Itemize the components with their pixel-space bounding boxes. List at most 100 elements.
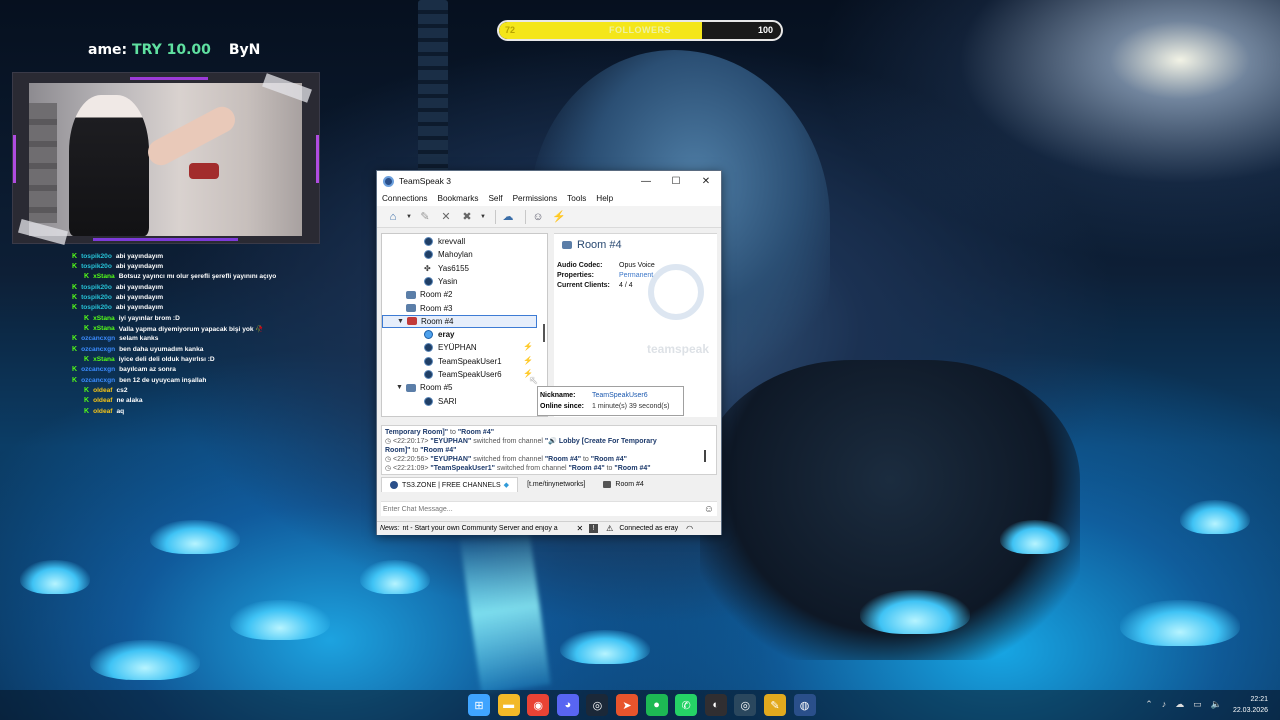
channel-icon	[562, 241, 572, 249]
tree-item[interactable]: ▼ Room #5	[382, 381, 537, 394]
connection-quality-icon[interactable]: ◠	[686, 524, 693, 533]
user-status-icon	[424, 276, 433, 286]
chat-tab[interactable]: [t.me/tinynetworks]	[518, 477, 594, 492]
user-status-icon	[424, 343, 433, 353]
chat-message-input[interactable]	[381, 505, 681, 513]
chat-message: Ktospik20o abi yayındayım	[72, 261, 322, 271]
kick-badge-icon: K	[72, 294, 78, 302]
tree-item[interactable]: ✤ Yas6155	[382, 262, 537, 275]
taskbar-apps: ⊞ ▬ ◉ ◕ ◎ ➤ ● ✆ ◐ ◎ ✎ ◍	[468, 694, 823, 716]
microphone-icon[interactable]: ♪	[1162, 699, 1167, 710]
tree-item[interactable]: Room #2	[382, 288, 537, 301]
channel-info-title: Room #4	[562, 239, 622, 251]
tree-item-label: Room #4	[421, 316, 454, 326]
chat-text: selam kanks	[119, 335, 159, 343]
clock[interactable]: 22:21 22.03.2026	[1233, 694, 1268, 716]
wallpaper-flower	[90, 640, 200, 680]
menu-tools[interactable]: Tools	[567, 194, 586, 203]
close-button[interactable]: ✕	[691, 171, 721, 191]
menu-self[interactable]: Self	[488, 194, 502, 203]
guest-icon: ✤	[424, 263, 431, 273]
wallpaper-flower	[20, 560, 90, 594]
contacts-icon[interactable]: ☺	[530, 209, 546, 225]
teamspeak-logo-icon	[383, 175, 394, 187]
clock-date: 22.03.2026	[1232, 707, 1268, 714]
channel-tree: krevvall Mahoylan ✤ Yas6155 Yasin Room #2 Room…	[381, 233, 548, 417]
chevron-up-icon[interactable]: ⌃	[1145, 699, 1153, 710]
teamspeak-headset-icon	[648, 264, 704, 320]
clock-time: 22:21	[1250, 696, 1268, 703]
mute-microphone-icon[interactable]: ✕	[438, 209, 454, 225]
tree-item[interactable]: TeamSpeakUser1 ⚡	[382, 355, 537, 368]
teamspeak-icon[interactable]: ◍	[793, 694, 816, 716]
tree-item[interactable]: EYÜPHAN ⚡	[382, 341, 537, 354]
tree-item[interactable]: Mahoylan	[382, 248, 537, 261]
chevron-down-icon[interactable]: ▼	[397, 318, 407, 325]
steam-icon[interactable]: ◎	[586, 694, 609, 716]
user-status-icon	[424, 330, 433, 340]
news-label: News:	[380, 525, 400, 532]
menu-permissions[interactable]: Permissions	[513, 194, 558, 203]
start-icon[interactable]: ⊞	[468, 694, 490, 716]
tree-item-label: Mahoylan	[438, 250, 473, 260]
arrow-app-icon[interactable]: ➤	[615, 694, 638, 716]
user-status-icon	[424, 237, 433, 246]
tree-item[interactable]: Room #3	[382, 302, 537, 315]
chat-username: xStana	[93, 356, 115, 364]
chevron-down-icon[interactable]: ▼	[406, 209, 412, 225]
chat-username: xStana	[93, 273, 115, 281]
cloud-icon[interactable]: ☁	[1175, 699, 1184, 710]
chat-tab[interactable]: TS3.ZONE | FREE CHANNELS ◆	[381, 477, 519, 492]
microphone-muted-icon: ⚡	[523, 342, 533, 352]
spotify-icon[interactable]: ●	[645, 694, 668, 716]
chat-input-row: ☺	[381, 501, 717, 516]
connect-icon[interactable]: ⌂	[385, 209, 401, 225]
tree-item[interactable]: krevvall	[382, 235, 537, 248]
whatsapp-icon[interactable]: ✆	[675, 694, 698, 716]
tree-item[interactable]: SARI	[382, 395, 537, 408]
toolbar: ⌂ ▼ ✎ ✕ ✖ ▼ ☁ ☺ ⚡	[377, 206, 721, 228]
alert-icon[interactable]: !	[589, 524, 599, 533]
chat-tab[interactable]: Room #4	[594, 477, 652, 492]
chat-username: ozcancxgn	[81, 376, 116, 384]
emoji-icon[interactable]: ☺	[704, 504, 714, 515]
chat-log-scrollbar[interactable]	[704, 450, 706, 462]
disconnect-icon[interactable]: ✎	[417, 209, 433, 225]
maximize-button[interactable]: ☐	[661, 171, 691, 191]
close-news-icon[interactable]: ✕	[576, 524, 583, 533]
property-value[interactable]: Permanent	[619, 271, 653, 281]
tree-item[interactable]: eray	[382, 328, 537, 341]
display-icon[interactable]: ▭	[1193, 699, 1202, 710]
minimize-button[interactable]: —	[631, 171, 661, 191]
steam-alt-icon[interactable]: ◎	[734, 694, 757, 716]
tree-item[interactable]: TeamSpeakUser6 ⚡	[382, 368, 537, 381]
title-bar[interactable]: TeamSpeak 3 — ☐ ✕	[377, 171, 721, 191]
mute-speakers-icon[interactable]: ✖	[459, 209, 475, 225]
chevron-down-icon[interactable]: ▼	[396, 384, 406, 391]
chrome-icon[interactable]: ◉	[527, 694, 550, 716]
menu-help[interactable]: Help	[596, 194, 613, 203]
chat-message: Koldeaf cs2	[72, 385, 322, 395]
menu-bookmarks[interactable]: Bookmarks	[438, 194, 479, 203]
news-ticker: nt - Start your own Community Server and…	[402, 525, 558, 532]
chat-message: Koldeaf aq	[72, 406, 322, 416]
chat-message: KxStana iyi yayınlar brom :D	[72, 313, 322, 323]
menu-connections[interactable]: Connections	[382, 194, 428, 203]
tree-scrollbar[interactable]	[543, 324, 545, 342]
chat-log-entry: Temporary Room]" to "Room #4"	[385, 429, 495, 436]
editor-icon[interactable]: ✎	[763, 694, 786, 716]
whisper-icon[interactable]: ⚡	[551, 209, 567, 225]
away-status-icon[interactable]: ☁	[500, 209, 516, 225]
obs-icon[interactable]: ◐	[704, 694, 727, 716]
file-explorer-icon[interactable]: ▬	[497, 694, 520, 716]
discord-icon[interactable]: ◕	[556, 694, 579, 716]
tree-item[interactable]: Yasin	[382, 275, 537, 288]
tree-item[interactable]: ▼ Room #4	[382, 314, 537, 328]
volume-icon[interactable]: 🔈	[1211, 699, 1222, 710]
chat-text: ben 12 de uyuycam inşallah	[119, 376, 207, 384]
chat-text: abi yayındayım	[115, 283, 164, 291]
chevron-down-icon[interactable]: ▼	[480, 209, 486, 225]
tree-item-label: Room #3	[420, 303, 453, 313]
warning-icon[interactable]: ⚠	[606, 524, 613, 533]
watermark-text: teamspeak	[646, 342, 710, 356]
